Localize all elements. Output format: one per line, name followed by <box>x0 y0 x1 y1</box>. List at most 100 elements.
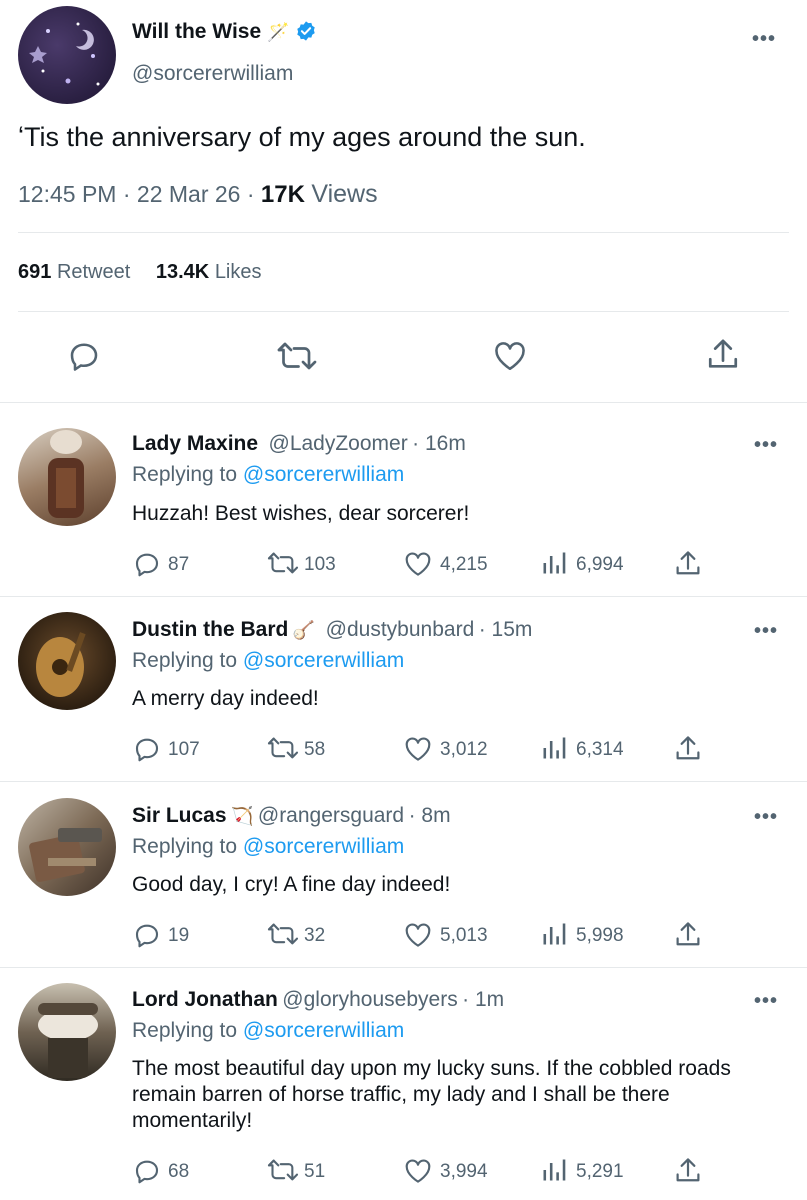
tweet-text: ʻTis the anniversary of my ages around t… <box>18 122 586 152</box>
like-icon[interactable] <box>402 734 434 764</box>
reply-text: Good day, I cry! A fine day indeed! <box>132 873 451 896</box>
reply-icon[interactable] <box>132 1156 162 1186</box>
reply-avatar[interactable] <box>18 798 116 896</box>
more-icon[interactable]: ••• <box>754 621 778 641</box>
reply-avatar[interactable] <box>18 612 116 710</box>
more-icon[interactable]: ••• <box>752 29 776 49</box>
retweet-icon[interactable] <box>276 338 318 374</box>
retweet-icon[interactable] <box>266 1156 300 1184</box>
meta-separator: · <box>246 181 255 207</box>
reply-count: 107 <box>168 739 200 760</box>
views-count: 5,998 <box>576 925 624 946</box>
like-count: 3,012 <box>440 739 488 760</box>
reply-author-handle[interactable]: @LadyZoomer <box>269 432 408 455</box>
reply-count: 68 <box>168 1161 190 1182</box>
reply-age[interactable]: · 8m <box>409 804 451 827</box>
views-icon[interactable] <box>540 1156 568 1184</box>
like-icon[interactable] <box>402 549 434 579</box>
author-handle[interactable]: @sorcererwilliam <box>132 62 293 86</box>
reply-text: Huzzah! Best wishes, dear sorcerer! <box>132 502 470 525</box>
avatar-portrait <box>48 430 84 518</box>
author-emoji: 🪄 <box>266 22 290 42</box>
views-count: 6,314 <box>576 739 624 760</box>
reply-count: 19 <box>168 925 190 946</box>
replying-to-label: Replying to <box>132 463 238 486</box>
divider <box>0 967 807 968</box>
reply-author-name[interactable]: Lady Maxine <box>132 432 258 455</box>
reply-avatar[interactable] <box>18 428 116 526</box>
share-icon[interactable] <box>674 1156 702 1186</box>
retweet-count[interactable]: 691 <box>18 261 51 283</box>
retweet-count: 103 <box>304 554 336 575</box>
replying-to-link[interactable]: @sorcererwilliam <box>243 835 404 858</box>
likes-count[interactable]: 13.4K <box>156 261 209 283</box>
reply-author-handle[interactable]: @gloryhousebyers <box>282 988 457 1011</box>
replying-to-link[interactable]: @sorcererwilliam <box>243 463 404 486</box>
likes-label[interactable]: Likes <box>215 261 262 283</box>
retweet-label[interactable]: Retweet <box>57 261 130 283</box>
reply-author-name[interactable]: Lord Jonathan <box>132 988 278 1011</box>
more-icon[interactable]: ••• <box>754 991 778 1011</box>
reply-icon[interactable] <box>132 549 162 579</box>
author-name[interactable]: Will the Wise <box>132 20 261 43</box>
like-count: 3,994 <box>440 1161 488 1182</box>
reply-count: 87 <box>168 554 190 575</box>
reply-age[interactable]: · 16m <box>412 432 466 455</box>
share-icon[interactable] <box>706 336 740 374</box>
retweet-count: 51 <box>304 1161 326 1182</box>
retweet-icon[interactable] <box>266 920 300 948</box>
tweet-time[interactable]: 12:45 PM <box>18 181 116 207</box>
reply-icon[interactable] <box>132 734 162 764</box>
avatar-portrait <box>38 1003 98 1078</box>
replying-to-link[interactable]: @sorcererwilliam <box>243 1019 404 1042</box>
like-icon[interactable] <box>402 920 434 950</box>
views-label: Views <box>311 180 378 208</box>
reply-author-handle[interactable]: @rangersguard <box>258 804 404 827</box>
more-icon[interactable]: ••• <box>754 435 778 455</box>
views-count: 6,994 <box>576 554 624 575</box>
replying-to-label: Replying to <box>132 649 238 672</box>
tweet-date[interactable]: 22 Mar 26 <box>137 181 241 207</box>
views-icon[interactable] <box>540 734 568 762</box>
reply-text: A merry day indeed! <box>132 687 319 710</box>
replying-to-label: Replying to <box>132 835 238 858</box>
reply-author-handle[interactable]: @dustybunbard <box>326 618 475 641</box>
like-count: 4,215 <box>440 554 488 575</box>
reply-age[interactable]: · 15m <box>479 618 533 641</box>
retweet-count: 58 <box>304 739 326 760</box>
retweet-count: 32 <box>304 925 326 946</box>
reply-author-emoji: 🪕 <box>292 620 316 640</box>
share-icon[interactable] <box>674 549 702 579</box>
reply-text: The most beautiful day upon my lucky sun… <box>132 1057 731 1132</box>
reply-author-name[interactable]: Sir Lucas <box>132 804 227 827</box>
like-icon[interactable] <box>491 338 529 374</box>
share-icon[interactable] <box>674 920 702 950</box>
meta-separator: · <box>122 181 131 207</box>
reply-author-name[interactable]: Dustin the Bard <box>132 618 288 641</box>
retweet-icon[interactable] <box>266 734 300 762</box>
retweet-icon[interactable] <box>266 549 300 577</box>
like-count: 5,013 <box>440 925 488 946</box>
divider <box>18 232 789 233</box>
avatar-portrait <box>36 632 86 697</box>
more-icon[interactable]: ••• <box>754 807 778 827</box>
reply-icon[interactable] <box>132 920 162 950</box>
avatar-portrait <box>29 828 102 883</box>
divider <box>0 596 807 597</box>
author-avatar[interactable] <box>18 6 116 104</box>
reply-age[interactable]: · 1m <box>462 988 504 1011</box>
divider <box>0 781 807 782</box>
views-icon[interactable] <box>540 549 568 577</box>
avatar-stars-pattern <box>29 22 100 86</box>
share-icon[interactable] <box>674 734 702 764</box>
divider <box>0 402 807 403</box>
views-count: 5,291 <box>576 1161 624 1182</box>
views-icon[interactable] <box>540 920 568 948</box>
replying-to-label: Replying to <box>132 1019 238 1042</box>
like-icon[interactable] <box>402 1156 434 1186</box>
reply-author-emoji: 🏹 <box>231 806 254 826</box>
views-count: 17K <box>260 181 305 208</box>
reply-icon[interactable] <box>66 338 102 374</box>
reply-avatar[interactable] <box>18 983 116 1081</box>
replying-to-link[interactable]: @sorcererwilliam <box>243 649 404 672</box>
